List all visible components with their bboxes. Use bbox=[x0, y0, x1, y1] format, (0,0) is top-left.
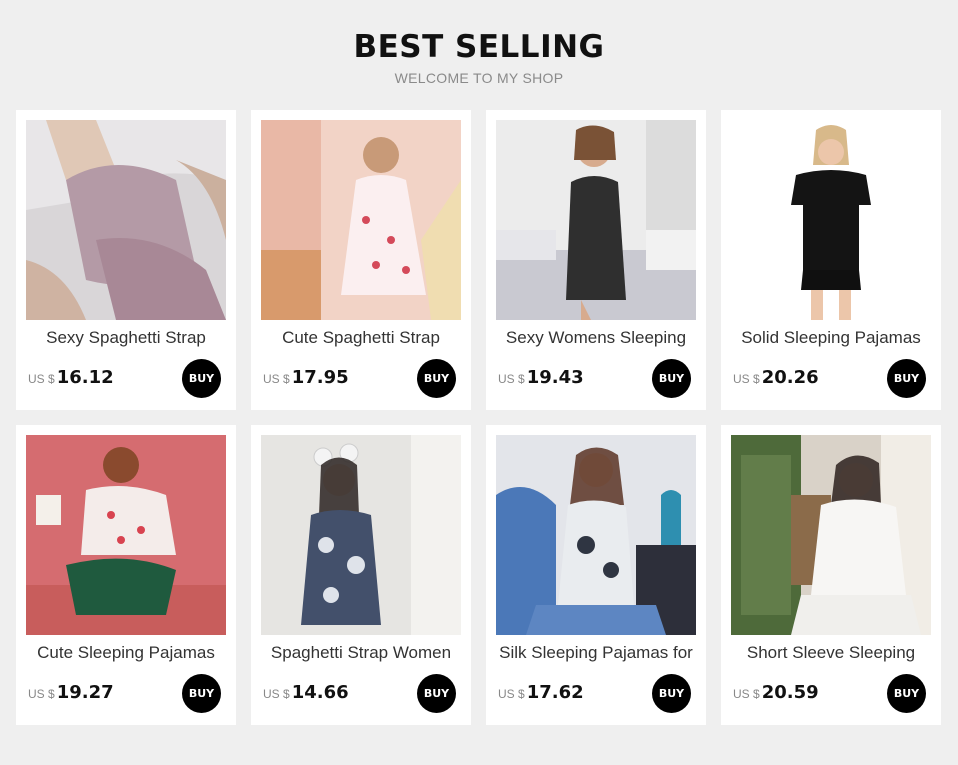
product-name[interactable]: Sexy Spaghetti Strap bbox=[16, 328, 236, 348]
currency-label: US $ bbox=[263, 372, 290, 386]
product-price: 19.43 bbox=[526, 367, 584, 388]
price-row: US $ 17.95 bbox=[263, 367, 349, 388]
currency-label: US $ bbox=[498, 372, 525, 386]
product-card[interactable]: Sexy Womens Sleeping US $ 19.43 BUY bbox=[486, 110, 706, 410]
product-grid: Sexy Spaghetti Strap US $ 16.12 BUY Cute… bbox=[16, 110, 941, 725]
product-name[interactable]: Silk Sleeping Pajamas for bbox=[486, 643, 706, 663]
product-name[interactable]: Spaghetti Strap Women bbox=[251, 643, 471, 663]
product-card[interactable]: Solid Sleeping Pajamas US $ 20.26 BUY bbox=[721, 110, 941, 410]
product-name[interactable]: Solid Sleeping Pajamas bbox=[721, 328, 941, 348]
product-price: 20.59 bbox=[761, 682, 819, 703]
product-price: 14.66 bbox=[291, 682, 349, 703]
buy-button[interactable]: BUY bbox=[417, 674, 456, 713]
price-row: US $ 19.27 bbox=[28, 682, 114, 703]
buy-button[interactable]: BUY bbox=[182, 359, 221, 398]
section-header: BEST SELLING WELCOME TO MY SHOP bbox=[0, 0, 958, 86]
product-card[interactable]: Short Sleeve Sleeping US $ 20.59 BUY bbox=[721, 425, 941, 725]
product-name[interactable]: Cute Sleeping Pajamas bbox=[16, 643, 236, 663]
product-photo[interactable] bbox=[496, 120, 696, 320]
currency-label: US $ bbox=[498, 687, 525, 701]
price-row: US $ 17.62 bbox=[498, 682, 584, 703]
product-photo[interactable] bbox=[26, 435, 226, 635]
currency-label: US $ bbox=[263, 687, 290, 701]
product-card[interactable]: Spaghetti Strap Women US $ 14.66 BUY bbox=[251, 425, 471, 725]
price-row: US $ 19.43 bbox=[498, 367, 584, 388]
section-subtitle: WELCOME TO MY SHOP bbox=[394, 70, 564, 86]
buy-button[interactable]: BUY bbox=[652, 674, 691, 713]
price-row: US $ 14.66 bbox=[263, 682, 349, 703]
currency-label: US $ bbox=[28, 372, 55, 386]
price-row: US $ 20.59 bbox=[733, 682, 819, 703]
product-photo[interactable] bbox=[731, 435, 931, 635]
price-row: US $ 20.26 bbox=[733, 367, 819, 388]
section-title: BEST SELLING bbox=[353, 29, 605, 65]
product-price: 16.12 bbox=[56, 367, 114, 388]
product-card[interactable]: Cute Sleeping Pajamas US $ 19.27 BUY bbox=[16, 425, 236, 725]
product-card[interactable]: Silk Sleeping Pajamas for US $ 17.62 BUY bbox=[486, 425, 706, 725]
product-photo[interactable] bbox=[261, 120, 461, 320]
buy-button[interactable]: BUY bbox=[887, 674, 926, 713]
product-price: 17.62 bbox=[526, 682, 584, 703]
product-name[interactable]: Short Sleeve Sleeping bbox=[721, 643, 941, 663]
buy-button[interactable]: BUY bbox=[417, 359, 456, 398]
product-card[interactable]: Cute Spaghetti Strap US $ 17.95 BUY bbox=[251, 110, 471, 410]
currency-label: US $ bbox=[733, 687, 760, 701]
product-photo[interactable] bbox=[731, 120, 931, 320]
product-price: 20.26 bbox=[761, 367, 819, 388]
product-photo[interactable] bbox=[26, 120, 226, 320]
product-photo[interactable] bbox=[496, 435, 696, 635]
currency-label: US $ bbox=[28, 687, 55, 701]
buy-button[interactable]: BUY bbox=[652, 359, 691, 398]
product-card[interactable]: Sexy Spaghetti Strap US $ 16.12 BUY bbox=[16, 110, 236, 410]
product-price: 17.95 bbox=[291, 367, 349, 388]
product-price: 19.27 bbox=[56, 682, 114, 703]
product-name[interactable]: Cute Spaghetti Strap bbox=[251, 328, 471, 348]
buy-button[interactable]: BUY bbox=[182, 674, 221, 713]
currency-label: US $ bbox=[733, 372, 760, 386]
price-row: US $ 16.12 bbox=[28, 367, 114, 388]
buy-button[interactable]: BUY bbox=[887, 359, 926, 398]
product-name[interactable]: Sexy Womens Sleeping bbox=[486, 328, 706, 348]
product-photo[interactable] bbox=[261, 435, 461, 635]
